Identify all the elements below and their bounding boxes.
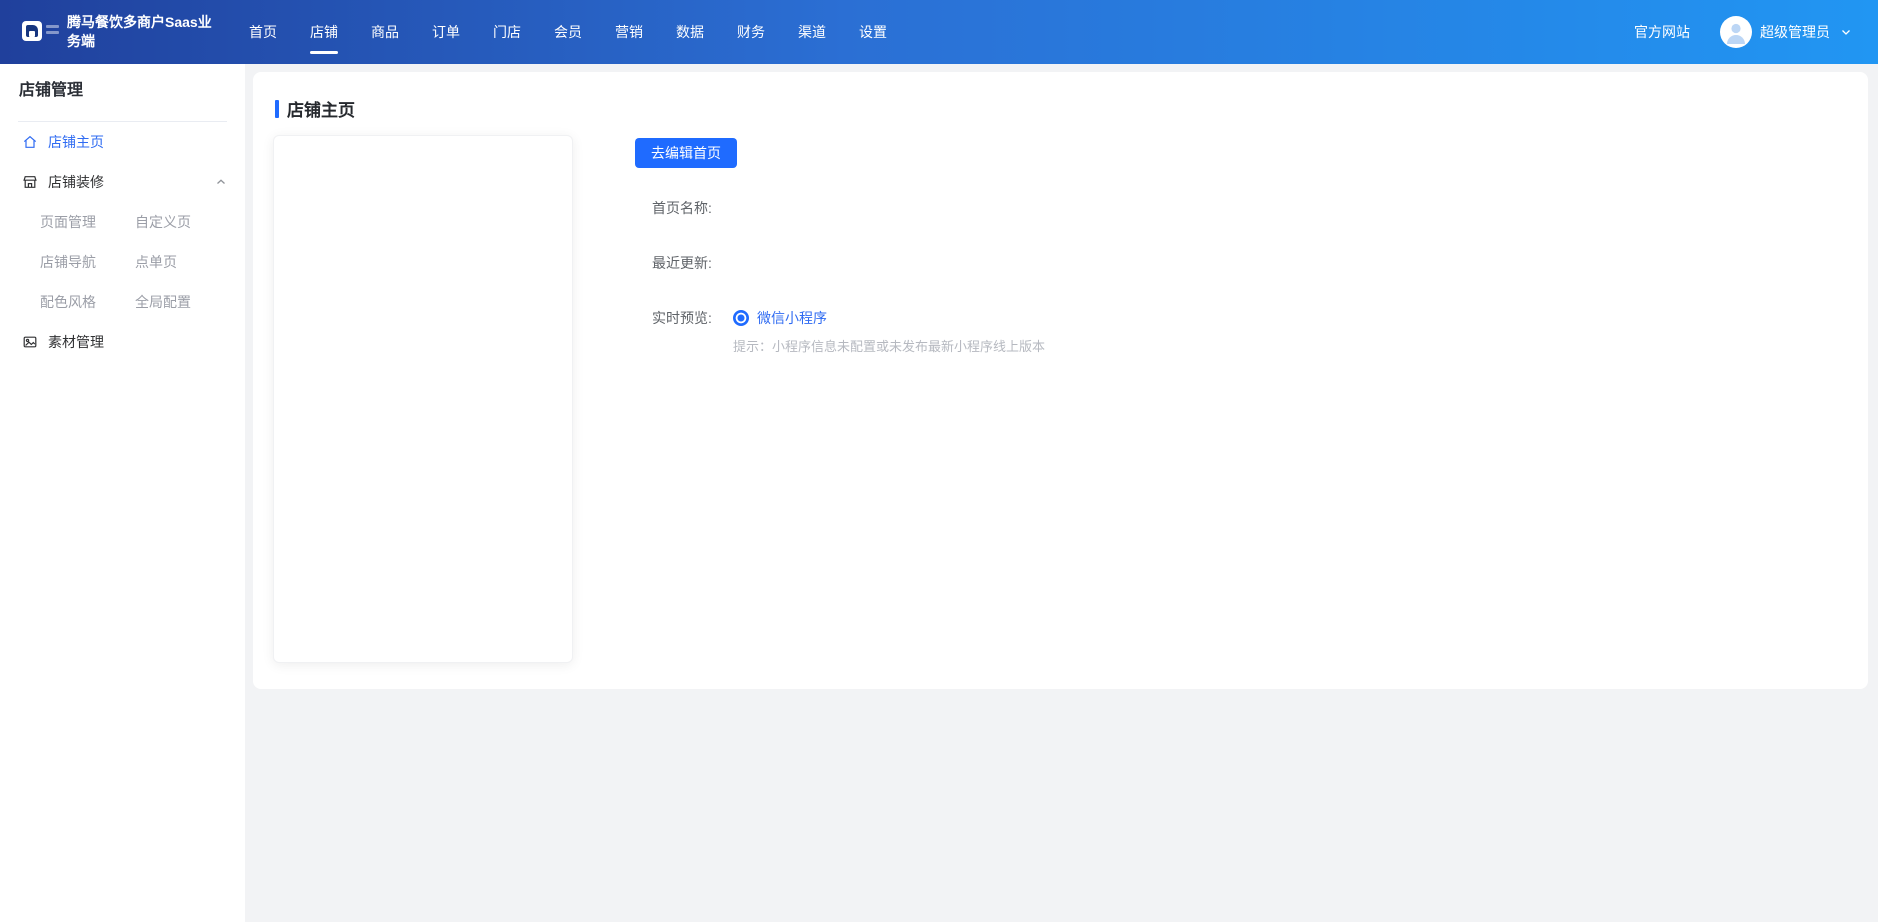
- nav-item-marketing[interactable]: 营销: [615, 0, 643, 64]
- title-accent-bar: [275, 100, 279, 118]
- nav-item-data[interactable]: 数据: [676, 0, 704, 64]
- live-preview-field: 实时预览: 微信小程序: [652, 308, 827, 328]
- logo-icon: [22, 21, 42, 41]
- subitem-color-style[interactable]: 配色风格: [40, 282, 135, 322]
- person-icon: [1720, 16, 1752, 48]
- nav-item-members[interactable]: 会员: [554, 0, 582, 64]
- last-updated-field: 最近更新:: [652, 253, 715, 273]
- radio-selected-icon[interactable]: [733, 310, 749, 326]
- nav-item-goods[interactable]: 商品: [371, 0, 399, 64]
- avatar: [1720, 16, 1752, 48]
- official-site-link[interactable]: 官方网站: [1634, 22, 1690, 42]
- sidebar-item-shop-decoration[interactable]: 店铺装修: [22, 162, 227, 202]
- nav-item-channels[interactable]: 渠道: [798, 0, 826, 64]
- navbar-right: 官方网站 超级管理员: [1634, 16, 1852, 48]
- sidebar-item-material-management[interactable]: 素材管理: [22, 322, 227, 362]
- nav-item-shop[interactable]: 店铺: [310, 0, 338, 64]
- subitem-ordering-page[interactable]: 点单页: [135, 242, 245, 282]
- homepage-name-field: 首页名称:: [652, 198, 715, 218]
- nav-item-finance[interactable]: 财务: [737, 0, 765, 64]
- sidebar: 店铺管理 店铺主页 店铺装修 页面管理 自定义页 店铺导航 点单页: [0, 64, 245, 922]
- logo: [22, 21, 59, 41]
- app-title: 腾马餐饮多商户Saas业务端: [67, 13, 223, 51]
- chevron-up-icon[interactable]: [215, 176, 227, 188]
- subitem-global-config[interactable]: 全局配置: [135, 282, 245, 322]
- shop-decoration-submenu: 页面管理 自定义页 店铺导航 点单页 配色风格 全局配置: [40, 202, 245, 322]
- nav-item-home[interactable]: 首页: [249, 0, 277, 64]
- main-area: 店铺主页 去编辑首页 首页名称: 最近更新: 实时预览: 微信小程序 提示：小程…: [245, 64, 1878, 922]
- active-tab-underline: [310, 51, 338, 54]
- home-icon: [22, 134, 38, 150]
- subitem-shop-navigation[interactable]: 店铺导航: [40, 242, 135, 282]
- storefront-icon: [22, 174, 38, 190]
- nav-item-settings[interactable]: 设置: [859, 0, 887, 64]
- page-title: 店铺主页: [275, 96, 355, 121]
- subitem-custom-page[interactable]: 自定义页: [135, 202, 245, 242]
- nav-item-orders[interactable]: 订单: [432, 0, 460, 64]
- chevron-down-icon: [1840, 26, 1852, 38]
- username: 超级管理员: [1760, 22, 1830, 42]
- wechat-miniprogram-link[interactable]: 微信小程序: [757, 308, 827, 328]
- top-navbar: 腾马餐饮多商户Saas业务端 首页 店铺 商品 订单 门店 会员 营销 数据 财…: [0, 0, 1878, 64]
- brand: 腾马餐饮多商户Saas业务端: [22, 13, 223, 51]
- image-icon: [22, 334, 38, 350]
- logo-subtext: [46, 25, 59, 34]
- subitem-page-management[interactable]: 页面管理: [40, 202, 135, 242]
- miniprogram-hint: 提示：小程序信息未配置或未发布最新小程序线上版本: [733, 336, 1045, 355]
- nav-item-stores[interactable]: 门店: [493, 0, 521, 64]
- shop-homepage-card: 店铺主页 去编辑首页 首页名称: 最近更新: 实时预览: 微信小程序 提示：小程…: [253, 72, 1868, 689]
- homepage-preview-panel: [273, 135, 573, 663]
- edit-homepage-button[interactable]: 去编辑首页: [635, 138, 737, 168]
- sidebar-title: 店铺管理: [19, 81, 245, 101]
- main-nav: 首页 店铺 商品 订单 门店 会员 营销 数据 财务 渠道 设置: [249, 0, 887, 64]
- sidebar-item-shop-homepage[interactable]: 店铺主页: [22, 122, 227, 162]
- user-menu[interactable]: 超级管理员: [1720, 16, 1852, 48]
